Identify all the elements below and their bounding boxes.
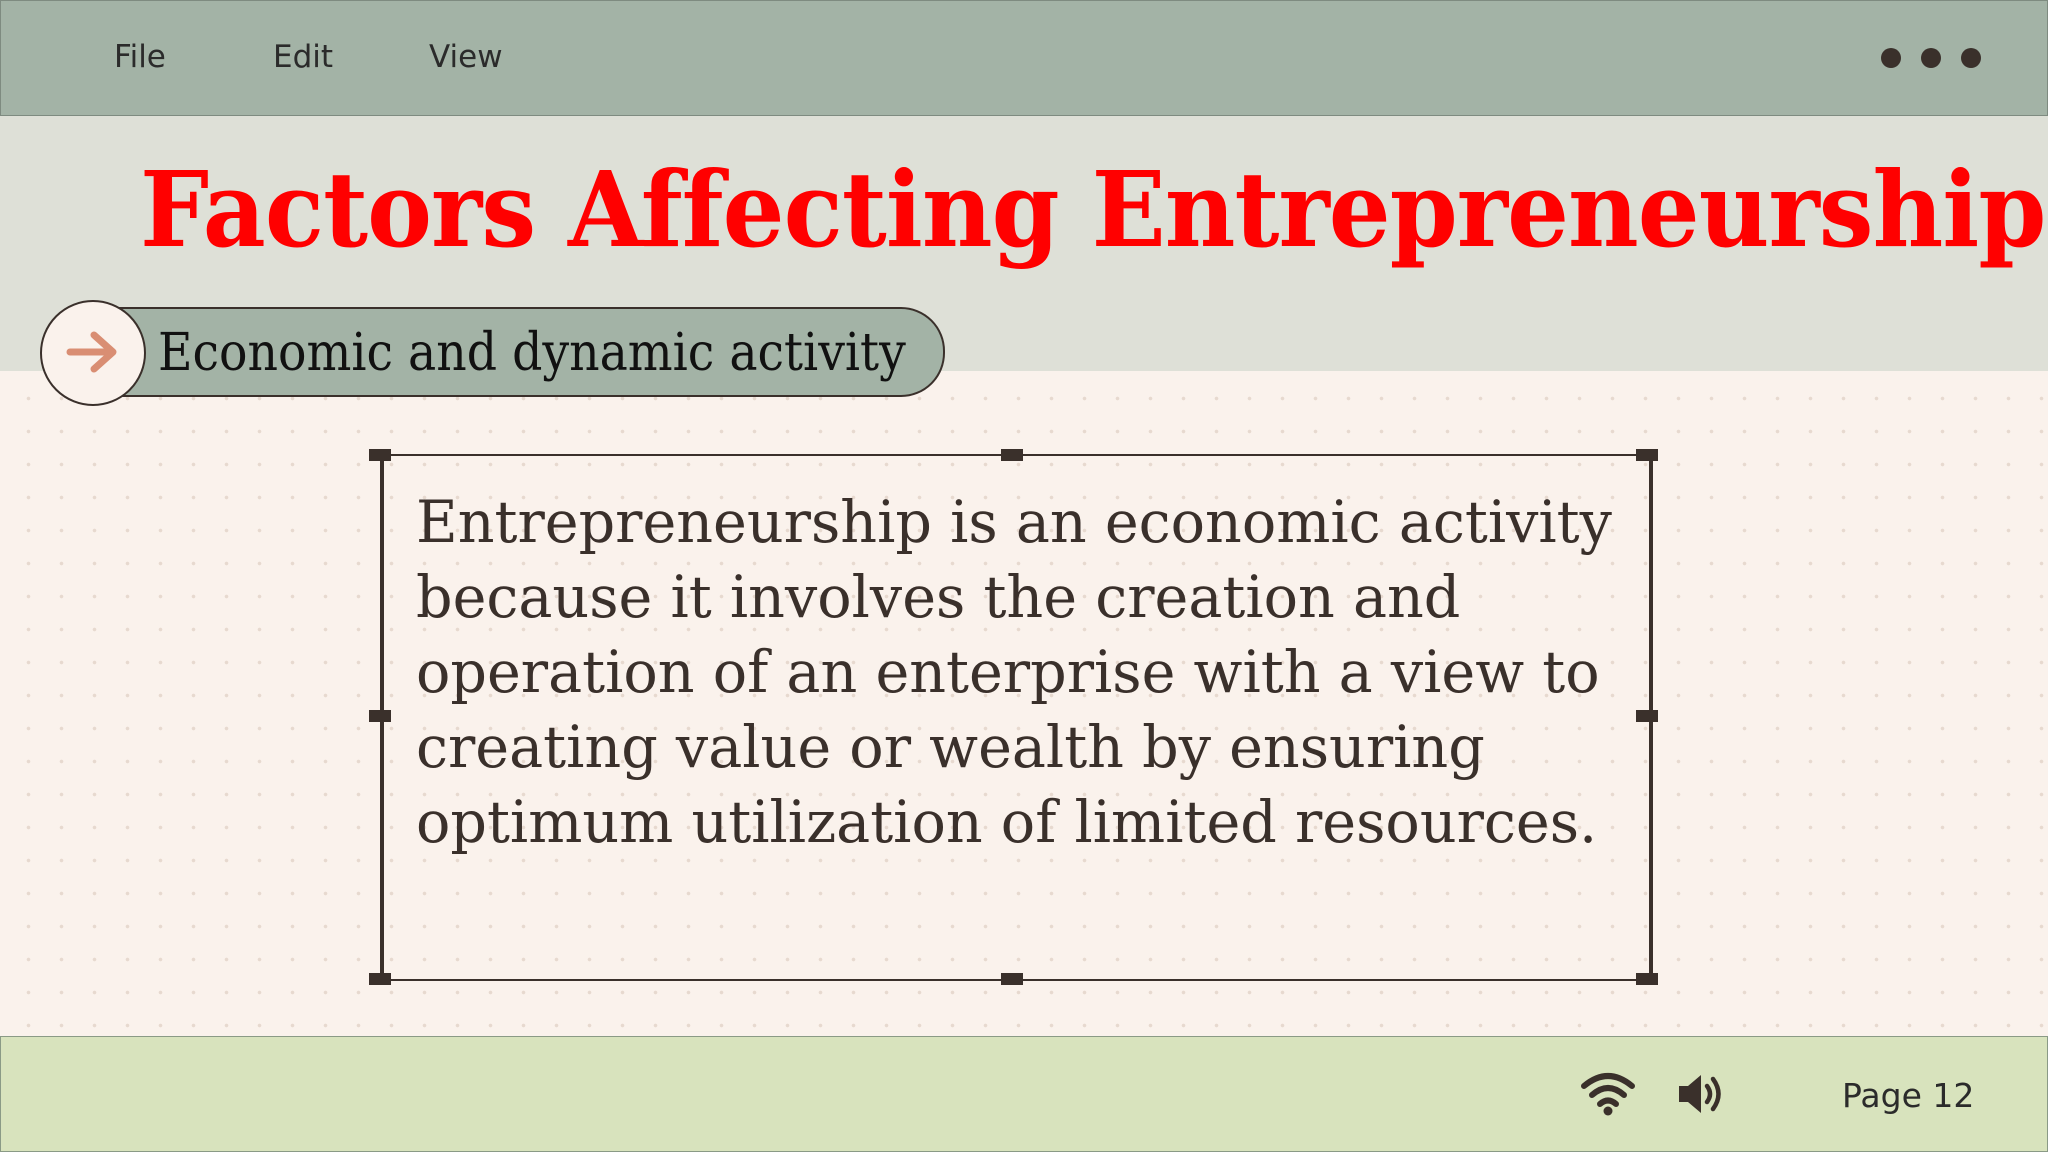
- page-number: Page 12: [1842, 1076, 1975, 1115]
- resize-handle-bottom-center[interactable]: [1001, 973, 1023, 985]
- body-paragraph[interactable]: Entrepreneurship is an economic activity…: [416, 485, 1637, 860]
- volume-icon[interactable]: [1676, 1071, 1726, 1122]
- menu-bar: File Edit View: [0, 0, 2048, 116]
- slide-title: Factors Affecting Entrepreneurship: [140, 148, 2046, 271]
- resize-handle-top-right[interactable]: [1636, 449, 1658, 461]
- resize-handle-middle-left[interactable]: [369, 710, 391, 722]
- resize-handle-middle-right[interactable]: [1636, 710, 1658, 722]
- menu-edit[interactable]: Edit: [273, 39, 333, 75]
- resize-handle-bottom-left[interactable]: [369, 973, 391, 985]
- resize-handle-top-left[interactable]: [369, 449, 391, 461]
- status-bar: [0, 1036, 2048, 1152]
- menu-file[interactable]: File: [114, 39, 166, 75]
- resize-handle-top-center[interactable]: [1001, 449, 1023, 461]
- wifi-icon[interactable]: [1580, 1072, 1636, 1121]
- resize-handle-bottom-right[interactable]: [1636, 973, 1658, 985]
- section-label: Economic and dynamic activity: [158, 323, 906, 383]
- more-dots-icon[interactable]: [1881, 48, 1981, 68]
- arrow-right-icon[interactable]: [40, 300, 146, 406]
- menu-view[interactable]: View: [429, 39, 503, 75]
